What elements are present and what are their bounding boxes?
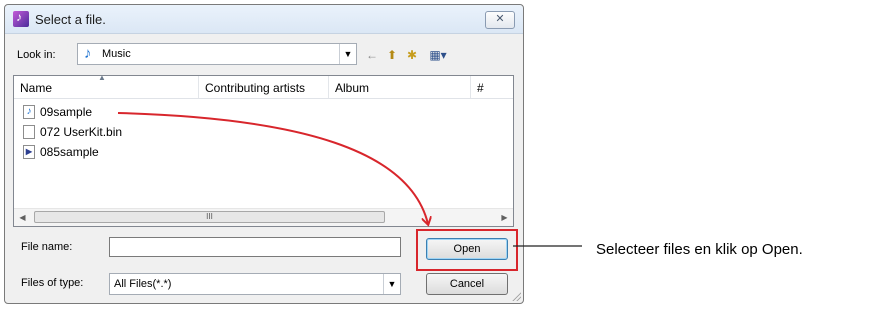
file-row[interactable]: ▶ 085sample xyxy=(14,142,214,162)
column-header-row: ▲ Name Contributing artists Album # xyxy=(14,73,515,99)
file-name: 085sample xyxy=(40,145,99,159)
look-in-dropdown[interactable]: ♪ Music ▼ xyxy=(77,43,357,65)
file-row[interactable]: ♪ 09sample xyxy=(14,102,214,122)
horizontal-scrollbar[interactable]: ◀ III ▶ xyxy=(14,208,513,226)
column-track-number[interactable]: # xyxy=(471,76,515,98)
media-file-icon: ▶ xyxy=(23,145,35,159)
files-of-type-label: Files of type: xyxy=(21,277,84,289)
title-bar: Select a file. ✕ xyxy=(5,5,523,34)
up-folder-icon[interactable]: ⬆ xyxy=(383,47,401,63)
scroll-thumb[interactable]: III xyxy=(34,211,385,223)
scroll-left-icon[interactable]: ◀ xyxy=(14,209,31,226)
music-folder-icon: ♪ xyxy=(84,45,92,62)
audio-file-icon: ♪ xyxy=(23,105,35,119)
file-dialog: Select a file. ✕ Look in: ♪ Music ▼ ← ⬆ … xyxy=(4,4,524,304)
annotation-text: Selecteer files en klik op Open. xyxy=(596,241,803,258)
back-arrow-icon[interactable]: ← xyxy=(363,47,381,63)
open-button[interactable]: Open xyxy=(426,238,508,260)
column-name[interactable]: ▲ Name xyxy=(14,73,199,98)
close-button[interactable]: ✕ xyxy=(485,11,515,29)
new-folder-icon[interactable]: ✱ xyxy=(403,47,421,63)
look-in-value: Music xyxy=(102,48,131,60)
dialog-title: Select a file. xyxy=(35,12,106,27)
file-name-input[interactable] xyxy=(109,237,401,257)
chevron-down-icon[interactable]: ▼ xyxy=(383,274,400,294)
view-menu-icon[interactable]: ▦▾ xyxy=(425,47,451,63)
file-name: 072 UserKit.bin xyxy=(40,125,123,139)
chevron-down-icon[interactable]: ▼ xyxy=(339,44,356,64)
sort-ascending-icon: ▲ xyxy=(98,73,106,82)
scroll-right-icon[interactable]: ▶ xyxy=(496,209,513,226)
column-name-label: Name xyxy=(20,81,53,95)
files-of-type-dropdown[interactable]: All Files(*.*) ▼ xyxy=(109,273,401,295)
look-in-label: Look in: xyxy=(17,49,56,61)
file-name-label: File name: xyxy=(21,241,73,253)
file-row[interactable]: 072 UserKit.bin xyxy=(14,122,214,142)
file-list[interactable]: ▲ Name Contributing artists Album # ♪ 09… xyxy=(13,73,515,227)
cancel-button[interactable]: Cancel xyxy=(426,273,508,295)
column-contributing-artists[interactable]: Contributing artists xyxy=(199,76,329,98)
blank-file-icon xyxy=(23,125,35,139)
app-icon xyxy=(13,10,29,27)
resize-grip-icon[interactable] xyxy=(511,291,521,301)
file-name: 09sample xyxy=(40,105,93,119)
column-album[interactable]: Album xyxy=(329,76,471,98)
files-of-type-value: All Files(*.*) xyxy=(114,278,172,290)
